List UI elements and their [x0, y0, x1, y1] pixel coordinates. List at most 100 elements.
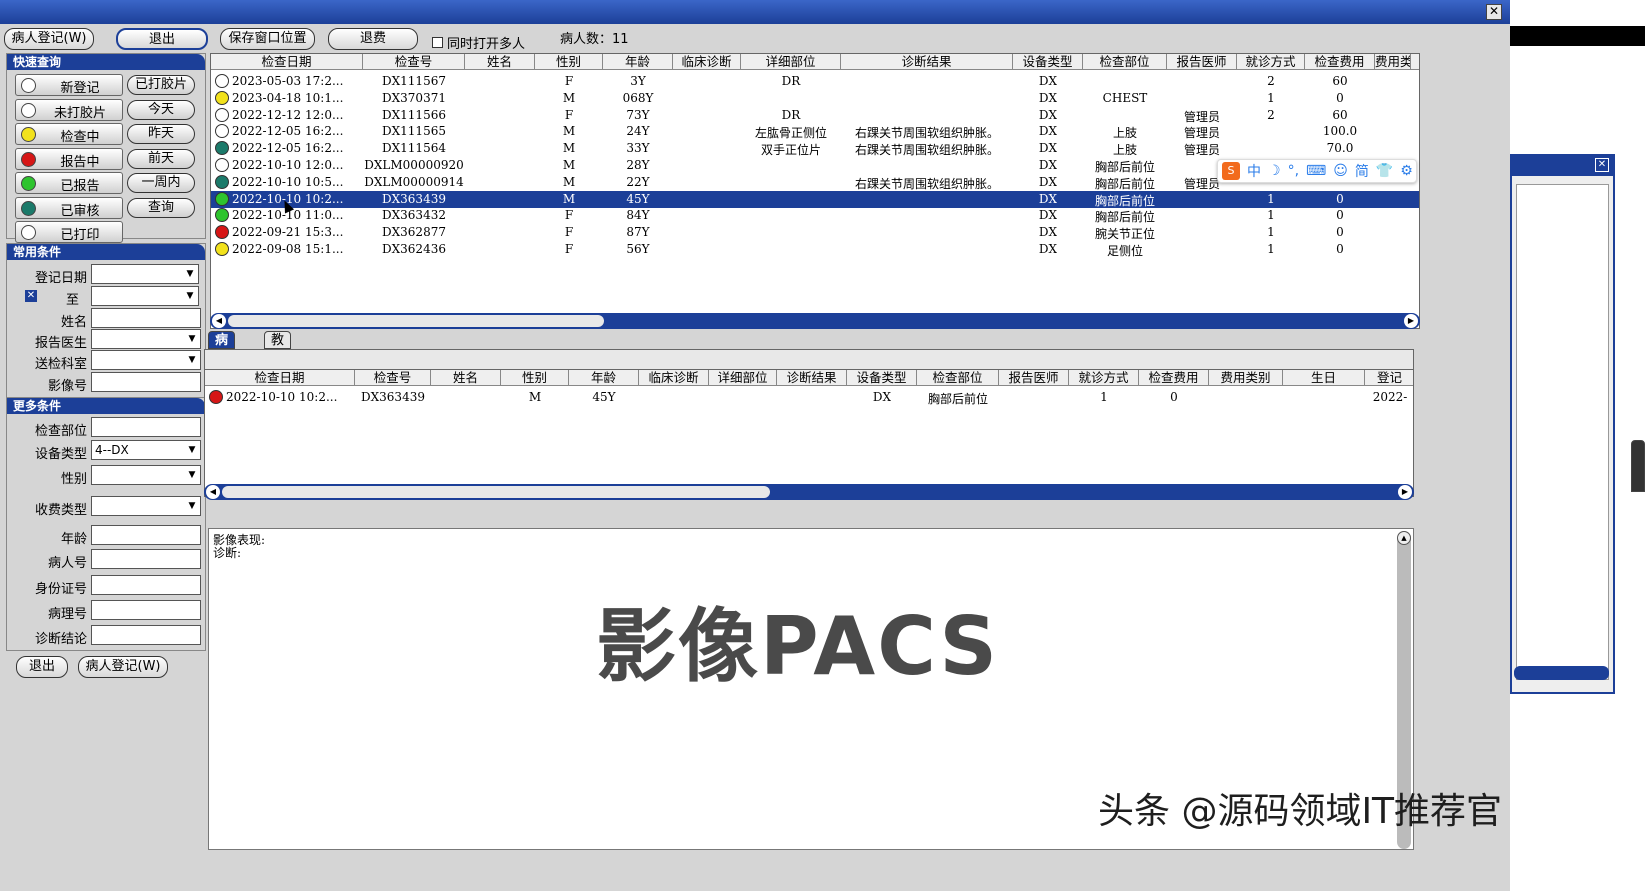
quick-status-button[interactable]: 已报告 — [15, 172, 123, 194]
ime-settings-icon[interactable]: ⚙ — [1400, 163, 1413, 179]
bottom-exit-button[interactable]: 退出 — [16, 656, 68, 678]
diagnosis-input[interactable] — [91, 625, 201, 645]
table-row[interactable]: 2022-12-05 16:2... DX111564 M 33Y 双手正位片 右踝关节周… — [211, 140, 1419, 157]
column-header[interactable]: 费用类别 — [1209, 370, 1283, 386]
column-header[interactable]: 临床诊断 — [673, 54, 741, 70]
quick-date-button[interactable]: 一周内 — [127, 173, 195, 193]
fee-type-select[interactable]: ▼ — [91, 496, 201, 516]
part-input[interactable] — [91, 417, 201, 437]
clear-date-icon[interactable]: ✕ — [25, 290, 37, 302]
tab-patient-lib[interactable]: 病人库 — [208, 331, 236, 382]
column-header[interactable]: 登记 — [1365, 370, 1413, 386]
bottom-register-button[interactable]: 病人登记(W) — [78, 656, 168, 678]
chevron-down-icon[interactable]: ▼ — [184, 467, 200, 483]
report-doctor-select[interactable]: ▼ — [91, 329, 201, 349]
table-row[interactable]: 2023-04-18 10:1... DX370371 M 068Y DX CHEST 1 0 — [211, 90, 1419, 107]
chevron-down-icon[interactable]: ▼ — [184, 331, 200, 347]
table-row[interactable]: 2022-10-10 10:2... DX363439 M 45Y DX 胸部后前位 1 0 — [211, 190, 1419, 208]
quick-status-button[interactable]: 已打印 — [15, 221, 123, 243]
column-header[interactable]: 检查部位 — [917, 370, 999, 386]
scroll-thumb[interactable] — [228, 315, 604, 327]
exit-button[interactable]: 退出 — [116, 28, 208, 50]
column-header[interactable]: 性别 — [535, 54, 603, 70]
column-header[interactable]: 报告医师 — [999, 370, 1069, 386]
patient-register-button[interactable]: 病人登记(W) — [4, 28, 94, 50]
register-date-to-input[interactable]: ▼ — [91, 286, 199, 306]
column-header[interactable]: 检查日期 — [211, 54, 363, 70]
column-header[interactable]: 检查号 — [355, 370, 431, 386]
column-header[interactable]: 检查费用 — [1139, 370, 1209, 386]
tab-teaching-lib[interactable]: 教学库 — [264, 331, 292, 382]
ime-chinese-icon[interactable]: 中 — [1247, 161, 1261, 181]
column-header[interactable]: 诊断结果 — [777, 370, 847, 386]
column-header[interactable]: 年龄 — [603, 54, 673, 70]
chevron-down-icon[interactable]: ▼ — [184, 352, 200, 368]
table-row[interactable]: 2022-12-05 16:2... DX111565 M 24Y 左肱骨正侧位 右踝关节… — [211, 123, 1419, 140]
column-header[interactable]: 检查号 — [363, 54, 465, 70]
table-row[interactable]: 2023-05-03 17:2... DX111567 F 3Y DR DX 2 60 — [211, 73, 1419, 90]
dept-select[interactable]: ▼ — [91, 350, 201, 370]
ime-user-icon[interactable]: ☺ — [1333, 163, 1348, 179]
device-select[interactable]: 4--DX ▼ — [91, 440, 201, 460]
column-header[interactable]: 报告医师 — [1167, 54, 1237, 70]
multi-open-checkbox[interactable]: 同时打开多人 — [432, 33, 525, 52]
table-row[interactable]: 2022-09-21 15:3... DX362877 F 87Y DX 腕关节正位 1 0 — [211, 224, 1419, 241]
table-row[interactable]: 2022-10-10 11:0... DX363432 F 84Y DX 胸部后前位 1 0 — [211, 207, 1419, 224]
id-input[interactable] — [91, 575, 201, 595]
scroll-up-icon[interactable]: ▲ — [1397, 531, 1411, 545]
scroll-left-icon[interactable]: ◀ — [212, 314, 226, 328]
ime-keyboard-icon[interactable]: ⌨ — [1306, 163, 1326, 179]
sex-select[interactable]: ▼ — [91, 465, 201, 485]
quick-status-button[interactable]: 报告中 — [15, 147, 123, 170]
column-header[interactable]: 生日 — [1283, 370, 1365, 386]
ime-moon-icon[interactable]: ☽ — [1268, 163, 1281, 179]
column-header[interactable]: 就诊方式 — [1069, 370, 1139, 386]
column-header[interactable]: 年龄 — [569, 370, 639, 386]
secondary-scrollbar[interactable] — [1514, 666, 1609, 680]
quick-status-button[interactable]: 新登记 — [15, 74, 123, 96]
chevron-down-icon[interactable]: ▼ — [182, 288, 198, 304]
refund-button[interactable]: 退费 — [328, 28, 418, 50]
image-no-input[interactable] — [91, 372, 201, 392]
ime-logo-icon[interactable]: S — [1222, 162, 1240, 180]
ime-punctuation-icon[interactable]: °, — [1288, 163, 1299, 179]
quick-date-button[interactable]: 前天 — [127, 148, 195, 169]
quick-status-button[interactable]: 未打胶片 — [15, 98, 123, 121]
column-header[interactable]: 性别 — [501, 370, 569, 386]
table-row[interactable]: 2022-10-10 10:2... DX363439 M 45Y DX 胸部后前位 1 0 2… — [205, 389, 1413, 406]
column-header[interactable]: 姓名 — [431, 370, 501, 386]
quick-date-button[interactable]: 今天 — [127, 99, 195, 120]
quick-status-button[interactable]: 已审核 — [15, 196, 123, 219]
ime-simplified-icon[interactable]: 简 — [1355, 161, 1369, 181]
history-table-scrollbar[interactable]: ◀ ▶ — [204, 484, 1414, 500]
column-header[interactable]: 详细部位 — [741, 54, 841, 70]
scroll-left-icon[interactable]: ◀ — [206, 485, 220, 499]
patient-table-scrollbar[interactable]: ◀ ▶ — [210, 313, 1420, 329]
save-window-position-button[interactable]: 保存窗口位置 — [220, 28, 315, 50]
column-header[interactable]: 设备类型 — [1013, 54, 1083, 70]
chevron-down-icon[interactable]: ▼ — [184, 498, 200, 514]
close-icon[interactable]: ✕ — [1486, 4, 1502, 20]
column-header[interactable]: 费用类 — [1375, 54, 1411, 70]
column-header[interactable]: 设备类型 — [847, 370, 917, 386]
table-row[interactable]: 2022-12-12 12:0... DX111566 F 73Y DR DX 管理员 2 60 — [211, 107, 1419, 124]
chevron-down-icon[interactable]: ▼ — [182, 266, 198, 282]
column-header[interactable]: 检查日期 — [205, 370, 355, 386]
patient-no-input[interactable] — [91, 549, 201, 569]
checkbox-box[interactable] — [432, 37, 443, 48]
side-tab[interactable] — [1631, 440, 1645, 492]
scroll-right-icon[interactable]: ▶ — [1398, 485, 1412, 499]
quick-date-button[interactable]: 已打胶片 — [127, 75, 195, 95]
column-header[interactable]: 诊断结果 — [841, 54, 1013, 70]
column-header[interactable]: 就诊方式 — [1237, 54, 1305, 70]
age-input[interactable] — [91, 525, 201, 545]
ime-skin-icon[interactable]: 👕 — [1376, 163, 1393, 179]
column-header[interactable]: 检查费用 — [1305, 54, 1375, 70]
name-input[interactable] — [91, 308, 201, 328]
ime-toolbar[interactable]: S 中 ☽ °, ⌨ ☺ 简 👕 ⚙ — [1217, 159, 1417, 183]
secondary-close-icon[interactable]: ✕ — [1595, 158, 1609, 172]
chevron-down-icon[interactable]: ▼ — [184, 442, 200, 458]
column-header[interactable]: 检查部位 — [1083, 54, 1167, 70]
quick-status-button[interactable]: 检查中 — [15, 123, 123, 145]
column-header[interactable]: 详细部位 — [709, 370, 777, 386]
